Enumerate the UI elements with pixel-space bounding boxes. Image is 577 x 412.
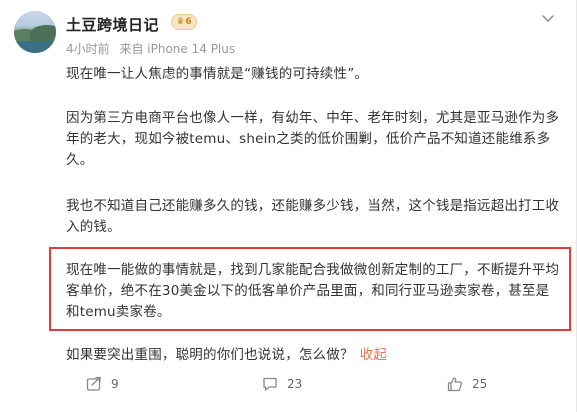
avatar[interactable] (14, 11, 56, 53)
post-paragraph-3: 我也不知道自己还能赚多久的钱，还能赚多少钱，当然，这个钱是指远超出打工收入的钱。 (66, 198, 560, 235)
thumbs-up-icon (447, 377, 463, 392)
post-paragraph-1: 现在唯一让人焦虑的事情就是“赚钱的可持续性”。 (66, 66, 369, 82)
post-time[interactable]: 4小时前 (66, 42, 110, 56)
share-button[interactable]: 9 (86, 371, 119, 397)
badge-level: 6 (185, 17, 192, 27)
post-meta: 4小时前 来自 iPhone 14 Plus (66, 40, 241, 57)
weibo-post: 土豆跨境日记 ♛ 6 4小时前 来自 iPhone 14 Plus 现在唯一让人… (0, 0, 577, 412)
comment-icon (263, 377, 277, 391)
action-bar: 9 23 25 (0, 371, 577, 397)
post-paragraph-5-text: 如果要突出重围，聪明的你们也说说，怎么做？ (66, 347, 354, 363)
post-paragraph-4-highlighted: 现在唯一能做的事情就是，找到几家能配合我做微创新定制的工厂，不断提升平均客单价，… (66, 262, 560, 320)
user-level-badge[interactable]: ♛ 6 (171, 14, 197, 30)
post-source: 来自 iPhone 14 Plus (119, 42, 236, 56)
comment-button[interactable]: 23 (262, 371, 302, 397)
crown-icon: ♛ (176, 16, 185, 27)
avatar-lake (14, 41, 56, 53)
chevron-down-icon[interactable] (540, 12, 556, 26)
post-paragraph-5: 如果要突出重围，聪明的你们也说说，怎么做？ 收起 (66, 345, 566, 366)
share-icon (86, 376, 101, 391)
like-count: 25 (472, 377, 488, 391)
post-paragraph-2: 因为第三方电商平台也像人一样，有幼年、中年、老年时刻，尤其是亚马逊作为多年的老大… (66, 110, 560, 168)
share-count: 9 (111, 377, 119, 391)
username[interactable]: 土豆跨境日记 (66, 14, 159, 35)
collapse-link[interactable]: 收起 (360, 347, 387, 363)
comment-count: 23 (287, 377, 303, 391)
like-button[interactable]: 25 (447, 371, 487, 397)
